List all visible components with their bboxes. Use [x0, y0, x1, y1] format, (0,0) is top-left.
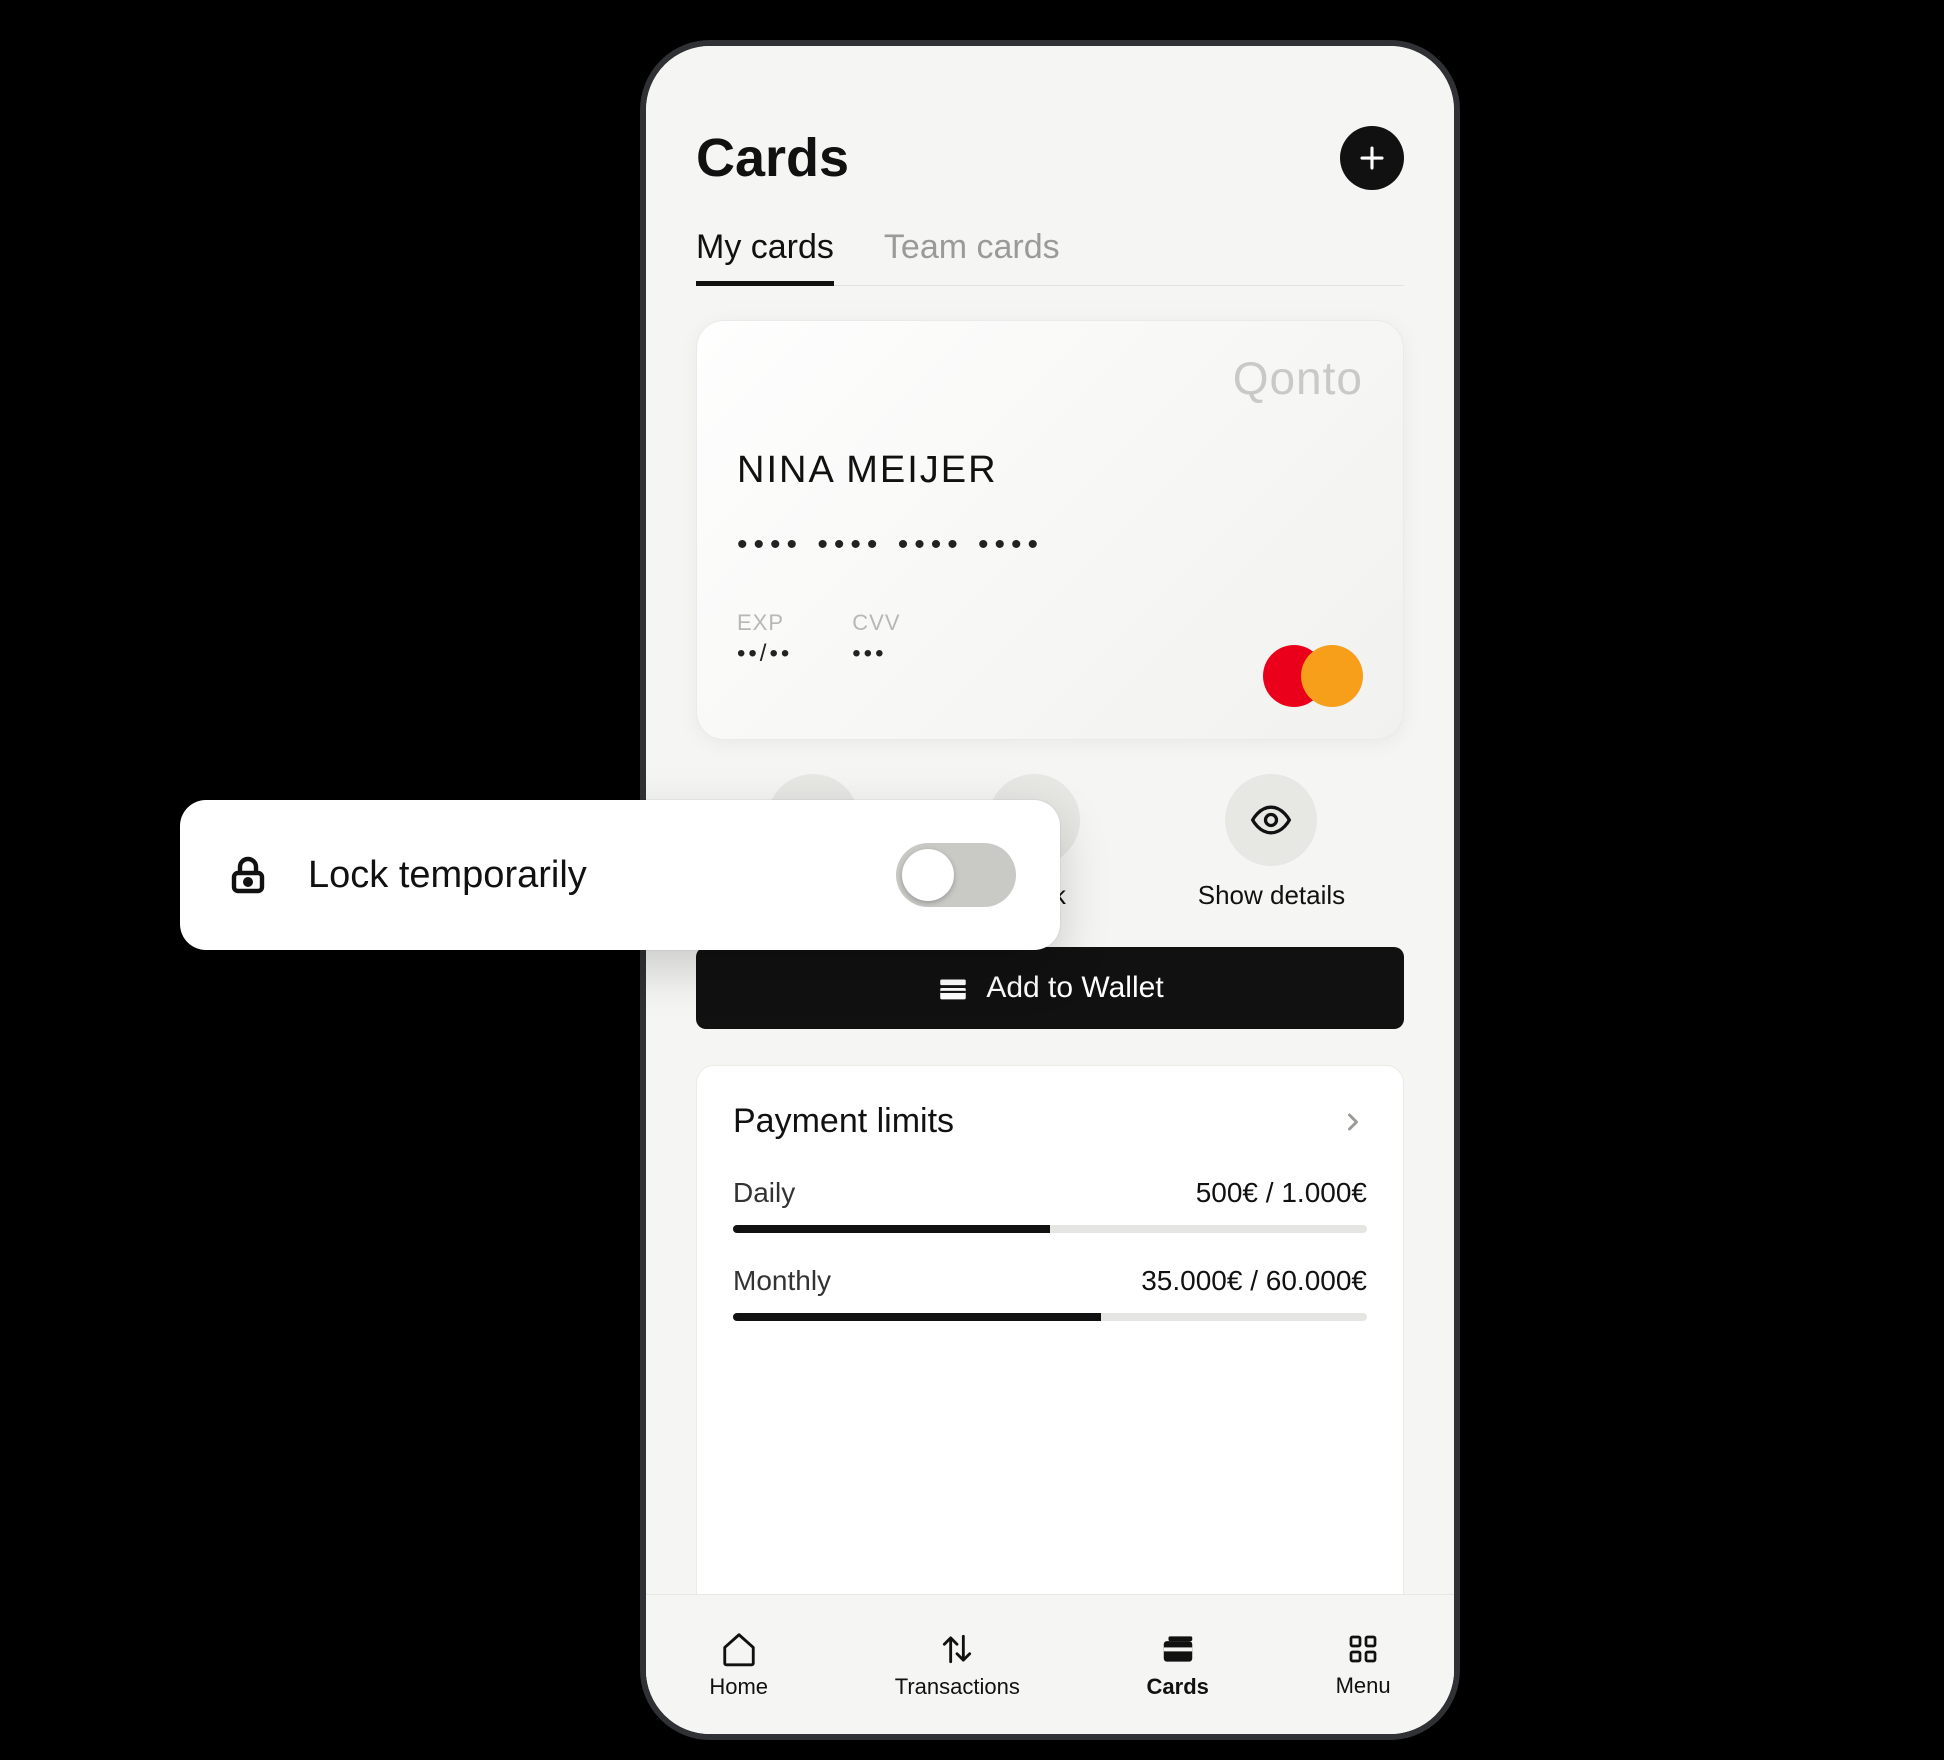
limit-monthly-value: 35.000€ / 60.000€	[1141, 1265, 1367, 1297]
card-holder-name: NINA MEIJER	[737, 449, 1363, 492]
bottom-nav: Home Transactions Cards Menu	[646, 1594, 1454, 1734]
nav-menu-label: Menu	[1336, 1673, 1391, 1699]
lock-icon	[224, 851, 272, 899]
card-exp-value: ••/••	[737, 640, 792, 668]
show-details-button[interactable]: Show details	[1198, 774, 1345, 911]
nav-cards[interactable]: Cards	[1147, 1630, 1209, 1700]
home-icon	[720, 1630, 758, 1668]
card-cvv-value: •••	[852, 640, 900, 668]
nav-cards-label: Cards	[1147, 1674, 1209, 1700]
eye-icon	[1249, 798, 1293, 842]
nav-transactions[interactable]: Transactions	[895, 1630, 1020, 1700]
add-to-wallet-button[interactable]: Add to Wallet	[696, 947, 1404, 1029]
nav-menu[interactable]: Menu	[1336, 1631, 1391, 1699]
nav-transactions-label: Transactions	[895, 1674, 1020, 1700]
limit-monthly: Monthly 35.000€ / 60.000€	[733, 1265, 1367, 1321]
card-cvv: CVV •••	[852, 610, 900, 668]
page-title: Cards	[696, 127, 849, 189]
card-brand: Qonto	[1233, 351, 1363, 405]
limits-title: Payment limits	[733, 1102, 954, 1141]
limit-daily: Daily 500€ / 1.000€	[733, 1177, 1367, 1233]
cards-icon	[1159, 1630, 1197, 1668]
limit-daily-bar	[733, 1225, 1367, 1233]
add-card-button[interactable]	[1340, 126, 1404, 190]
menu-grid-icon	[1345, 1631, 1381, 1667]
wallet-button-label: Add to Wallet	[986, 971, 1163, 1005]
limit-daily-label: Daily	[733, 1177, 795, 1209]
show-details-label: Show details	[1198, 880, 1345, 911]
header: Cards	[696, 126, 1404, 190]
nav-home[interactable]: Home	[709, 1630, 768, 1700]
limit-daily-value: 500€ / 1.000€	[1196, 1177, 1367, 1209]
limit-monthly-fill	[733, 1313, 1101, 1321]
lock-temporarily-popup: Lock temporarily	[180, 800, 1060, 950]
limits-header: Payment limits	[733, 1102, 1367, 1141]
card-visual[interactable]: Qonto NINA MEIJER •••• •••• •••• •••• EX…	[696, 320, 1404, 740]
lock-popup-label: Lock temporarily	[308, 854, 860, 897]
limit-daily-fill	[733, 1225, 1050, 1233]
limit-monthly-bar	[733, 1313, 1367, 1321]
transactions-icon	[938, 1630, 976, 1668]
tabs: My cards Team cards	[696, 228, 1404, 286]
tab-my-cards[interactable]: My cards	[696, 228, 834, 285]
mastercard-logo	[1263, 645, 1363, 707]
nav-home-label: Home	[709, 1674, 768, 1700]
wallet-icon	[936, 971, 970, 1005]
plus-icon	[1357, 143, 1387, 173]
chevron-right-icon	[1339, 1108, 1367, 1136]
tab-team-cards[interactable]: Team cards	[884, 228, 1060, 285]
lock-toggle[interactable]	[896, 843, 1016, 907]
card-number-masked: •••• •••• •••• ••••	[737, 528, 1363, 562]
toggle-knob	[902, 849, 954, 901]
card-exp: EXP ••/••	[737, 610, 792, 668]
card-cvv-label: CVV	[852, 610, 900, 636]
limit-monthly-label: Monthly	[733, 1265, 831, 1297]
card-exp-label: EXP	[737, 610, 792, 636]
